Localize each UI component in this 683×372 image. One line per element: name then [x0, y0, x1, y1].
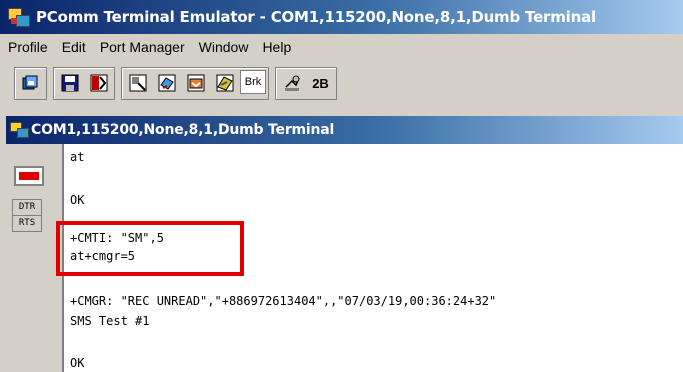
terminal-titlebar[interactable]: COM1,115200,None,8,1,Dumb Terminal	[6, 116, 683, 144]
toolbar-group-file	[53, 66, 115, 100]
capture-icon	[216, 74, 233, 92]
break-button[interactable]: Brk	[240, 69, 266, 94]
terminal-line: at	[70, 150, 85, 164]
highlight-annotation-box	[56, 221, 244, 276]
terminal-line: +CMGR: "REC UNREAD","+886972613404",,"07…	[70, 294, 497, 308]
send-file-icon	[158, 74, 175, 92]
properties-button[interactable]	[124, 70, 151, 97]
terminal-line: OK	[70, 356, 85, 370]
app-title: PComm Terminal Emulator - COM1,115200,No…	[36, 8, 596, 26]
menu-window[interactable]: Window	[192, 39, 256, 55]
receive-file-button[interactable]	[182, 70, 209, 97]
menu-help[interactable]: Help	[255, 39, 298, 55]
exit-icon	[90, 74, 107, 92]
app-icon	[8, 6, 30, 28]
app-window: PComm Terminal Emulator - COM1,115200,No…	[0, 0, 683, 372]
toolbar: Brk 2B	[14, 66, 343, 100]
toolbar-group-tools: Brk	[121, 66, 269, 100]
signal-monitor-button[interactable]	[278, 70, 305, 97]
two-b-button[interactable]: 2B	[307, 70, 334, 97]
app-titlebar[interactable]: PComm Terminal Emulator - COM1,115200,No…	[0, 0, 683, 34]
connection-indicator	[14, 166, 44, 186]
save-button[interactable]	[56, 70, 83, 97]
menu-profile[interactable]: Profile	[0, 39, 55, 55]
save-icon	[61, 74, 78, 92]
signal-panel: DTR RTS	[6, 144, 62, 372]
open-session-icon	[22, 75, 37, 90]
toolbar-group-open	[14, 66, 47, 100]
receive-file-icon	[187, 74, 204, 92]
terminal-window-title: COM1,115200,None,8,1,Dumb Terminal	[31, 122, 335, 138]
dtr-indicator[interactable]: DTR	[12, 199, 42, 216]
signal-monitor-icon	[284, 75, 300, 91]
menubar: Profile Edit Port Manager Window Help	[0, 34, 683, 60]
exit-button[interactable]	[85, 70, 112, 97]
terminal-line: OK	[70, 193, 85, 207]
toolbar-group-extra: 2B	[275, 66, 337, 100]
break-label: Brk	[244, 75, 262, 88]
two-b-label: 2B	[312, 75, 329, 91]
open-session-button[interactable]	[17, 70, 44, 97]
menu-port-manager[interactable]: Port Manager	[93, 39, 192, 55]
menu-edit[interactable]: Edit	[55, 39, 93, 55]
rts-indicator[interactable]: RTS	[12, 215, 42, 232]
send-file-button[interactable]	[153, 70, 180, 97]
terminal-line: SMS Test #1	[70, 314, 150, 328]
capture-button[interactable]	[211, 70, 238, 97]
terminal-window-icon	[10, 121, 29, 139]
properties-icon	[129, 74, 146, 92]
